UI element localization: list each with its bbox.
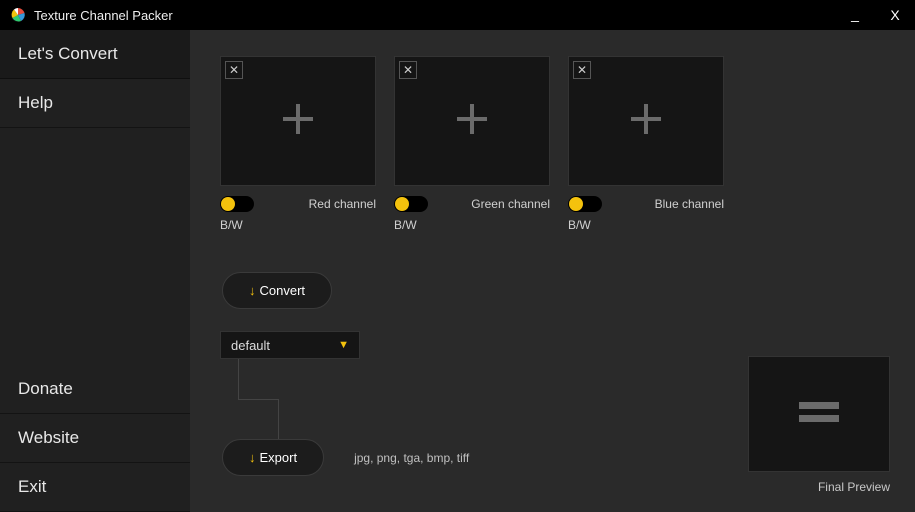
convert-button[interactable]: ↓ Convert [222,272,332,309]
convert-wrap: ↓ Convert [222,272,915,309]
export-label: Export [260,450,298,465]
close-button[interactable]: X [875,0,915,30]
channel-green: ✕ Green channel B/W [394,56,550,232]
channel-label: Red channel [309,197,376,211]
preview-box [748,356,890,472]
export-formats: jpg, png, tga, bmp, tiff [354,451,469,465]
sidebar-item-website[interactable]: Website [0,414,190,463]
convert-label: Convert [260,283,306,298]
sidebar-item-label: Donate [18,379,73,398]
channel-meta: Green channel [394,196,550,212]
app-title: Texture Channel Packer [34,8,173,23]
channel-meta: Blue channel [568,196,724,212]
toggle-knob [221,197,235,211]
close-icon: ✕ [229,63,239,77]
bw-label: B/W [568,218,724,232]
bw-label: B/W [394,218,550,232]
arrow-down-icon: ↓ [249,283,256,298]
sidebar-bottom: Donate Website Exit [0,365,190,512]
toggle-green[interactable] [394,196,428,212]
clear-blue-button[interactable]: ✕ [573,61,591,79]
sidebar: Let's Convert Help Donate Website Exit [0,30,190,512]
preview-label: Final Preview [748,480,890,494]
plus-icon [279,100,317,143]
close-icon: ✕ [403,63,413,77]
channel-label: Green channel [471,197,550,211]
preset-value: default [231,338,270,353]
titlebar: Texture Channel Packer _ X [0,0,915,30]
app-icon [10,7,26,23]
sidebar-top: Let's Convert Help [0,30,190,365]
sidebar-item-label: Website [18,428,79,447]
equals-icon [799,400,839,429]
dropzone-blue[interactable]: ✕ [568,56,724,186]
preset-select[interactable]: default ▼ [220,331,360,359]
window-controls: _ X [835,0,915,30]
channels-row: ✕ Red channel B/W ✕ [220,56,915,232]
sidebar-item-label: Let's Convert [18,44,118,63]
chevron-down-icon: ▼ [338,339,349,351]
toggle-knob [395,197,409,211]
sidebar-item-label: Help [18,93,53,112]
clear-red-button[interactable]: ✕ [225,61,243,79]
channel-label: Blue channel [655,197,724,211]
clear-green-button[interactable]: ✕ [399,61,417,79]
connector-line [238,359,278,439]
dropzone-green[interactable]: ✕ [394,56,550,186]
plus-icon [453,100,491,143]
sidebar-item-convert[interactable]: Let's Convert [0,30,190,79]
minimize-button[interactable]: _ [835,0,875,30]
sidebar-item-donate[interactable]: Donate [0,365,190,414]
main: Let's Convert Help Donate Website Exit [0,30,915,512]
channel-blue: ✕ Blue channel B/W [568,56,724,232]
channel-meta: Red channel [220,196,376,212]
content: ✕ Red channel B/W ✕ [190,30,915,512]
close-icon: ✕ [577,63,587,77]
bw-label: B/W [220,218,376,232]
toggle-red[interactable] [220,196,254,212]
sidebar-item-exit[interactable]: Exit [0,463,190,512]
preview: Final Preview [748,356,890,494]
toggle-blue[interactable] [568,196,602,212]
toggle-knob [569,197,583,211]
arrow-down-icon: ↓ [249,450,256,465]
export-button[interactable]: ↓ Export [222,439,324,476]
plus-icon [627,100,665,143]
sidebar-item-help[interactable]: Help [0,79,190,128]
sidebar-item-label: Exit [18,477,46,496]
dropzone-red[interactable]: ✕ [220,56,376,186]
channel-red: ✕ Red channel B/W [220,56,376,232]
